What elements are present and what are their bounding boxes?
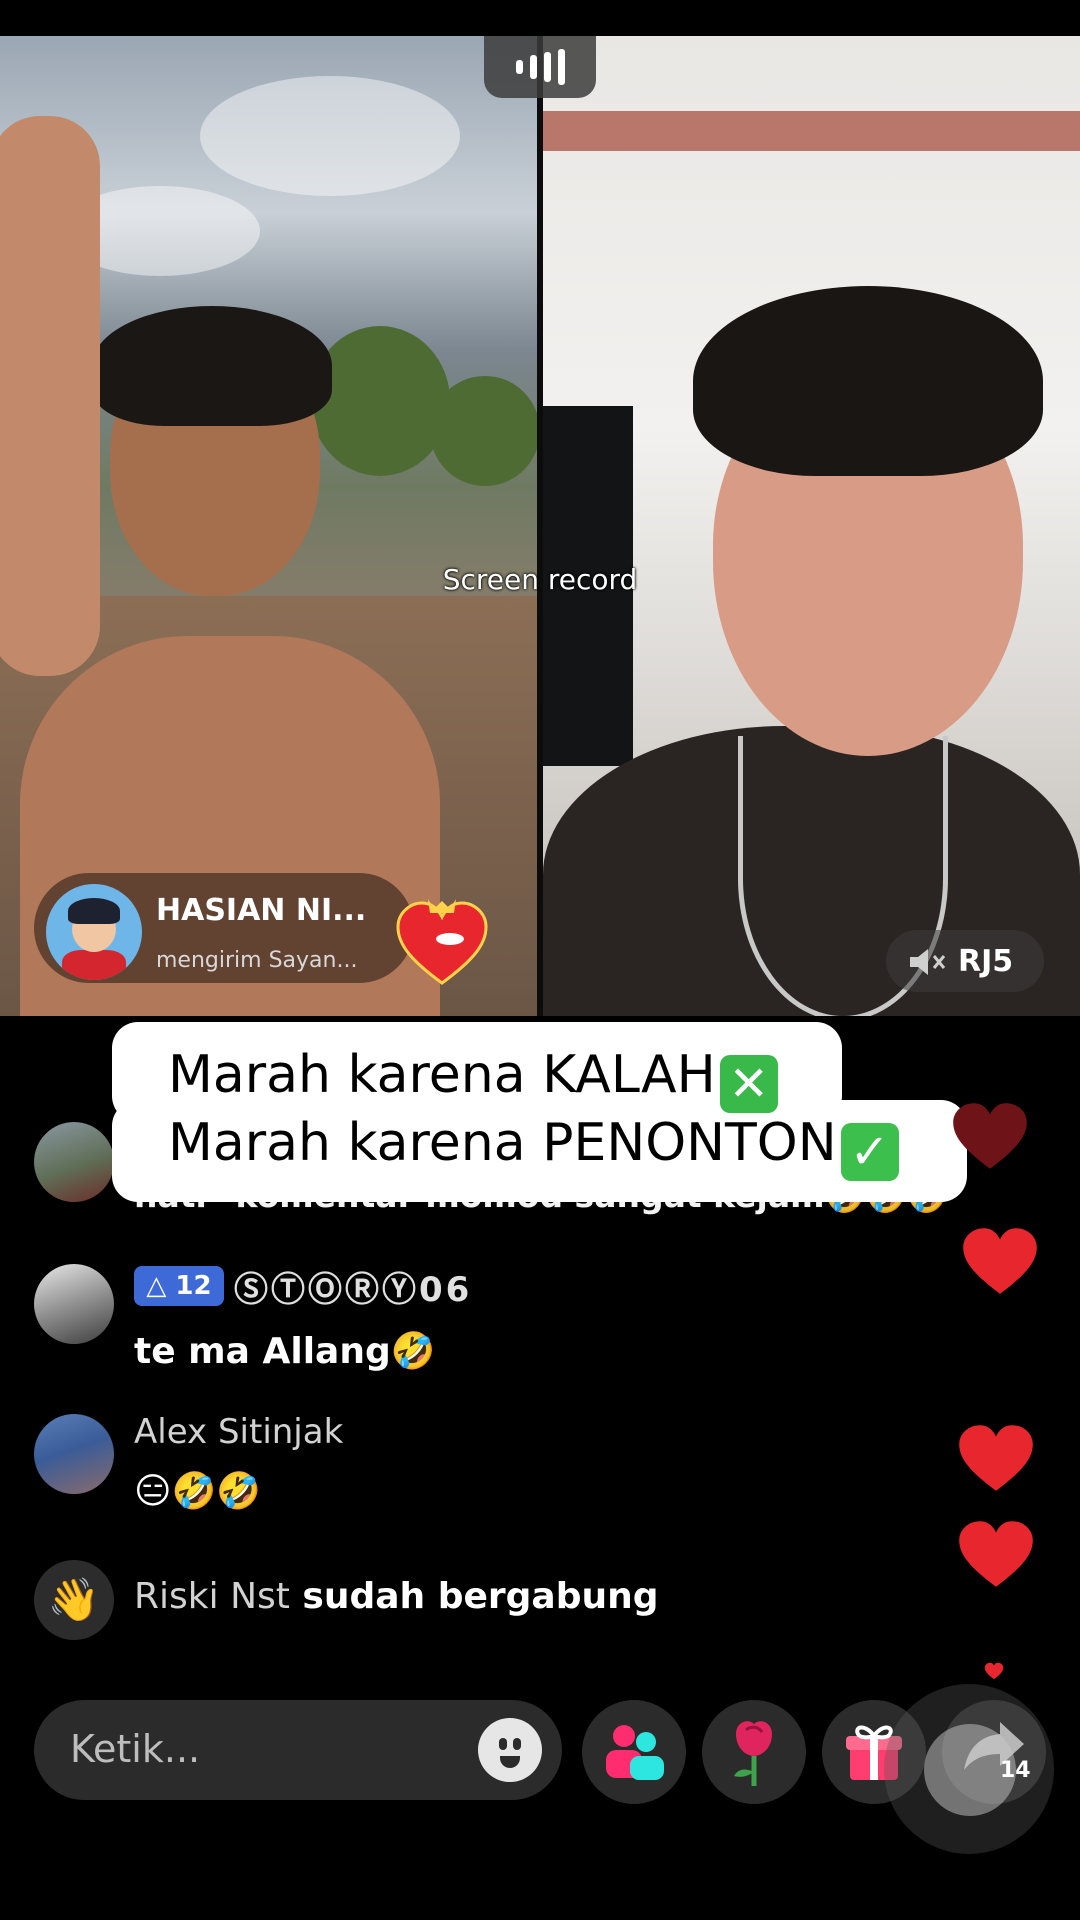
right-stream-video[interactable]	[543, 36, 1080, 1016]
gifter-username: HASIAN NI...	[156, 893, 367, 928]
wave-hand-icon: 👋	[34, 1560, 114, 1640]
audio-level-indicator[interactable]	[484, 36, 596, 98]
comment-username[interactable]: ⓈⓉⓄⓇⓎ06	[234, 1262, 472, 1311]
smiley-mouth	[500, 1756, 520, 1768]
floating-heart-icon	[984, 1662, 1004, 1680]
share-count: 14	[1000, 1758, 1031, 1783]
commenter-avatar[interactable]	[34, 1264, 114, 1344]
comment-input-placeholder[interactable]: Ketik...	[70, 1727, 200, 1771]
status-bar	[0, 0, 1080, 36]
caption-line-1-text: Marah karena KALAH	[168, 1045, 716, 1105]
multi-guest-icon	[606, 1725, 664, 1780]
avatar-shirt	[62, 950, 126, 980]
left-stream-video[interactable]	[0, 36, 537, 1016]
streamer-left-hair	[92, 306, 332, 426]
caption-line-1: Marah karena KALAH ✕	[168, 1045, 778, 1113]
smiley-eye	[513, 1738, 521, 1750]
emoji-icon[interactable]	[478, 1718, 542, 1782]
streamer-right-hair	[693, 286, 1043, 476]
multi-guest-button[interactable]	[582, 1700, 686, 1804]
rose-gift-button[interactable]	[702, 1700, 806, 1804]
ceiling-trim	[543, 111, 1080, 151]
comment-text: te ma Allang🤣	[134, 1331, 436, 1372]
comment-username[interactable]: Alex Sitinjak	[134, 1412, 343, 1452]
tree	[430, 376, 537, 486]
level-bar	[529, 55, 537, 79]
floating-heart-icon	[953, 1103, 1027, 1169]
caption-line-2: Marah karena PENONTON ✓	[168, 1113, 899, 1181]
speaker-muted-icon	[910, 949, 946, 975]
level-bar	[543, 52, 551, 82]
cross-mark-icon: ✕	[719, 1055, 778, 1113]
floating-heart-icon	[963, 1228, 1037, 1294]
comment-text: 😑🤣🤣	[134, 1471, 262, 1512]
join-notice: Riski Nst sudah bergabung	[134, 1576, 659, 1617]
gift-message: mengirim Sayan...	[156, 948, 358, 973]
joined-username[interactable]: Riski Nst	[134, 1576, 290, 1617]
commenter-avatar[interactable]	[34, 1122, 114, 1202]
badge-level: 12	[175, 1271, 212, 1301]
avatar-hair	[68, 898, 120, 924]
caption-line-2-text: Marah karena PENONTON	[168, 1113, 837, 1173]
cloud	[200, 76, 460, 196]
commenter-avatar[interactable]	[34, 1414, 114, 1494]
heart-gift-icon	[396, 899, 488, 985]
gifter-avatar[interactable]	[46, 884, 142, 980]
opponent-label: RJ5	[958, 944, 1014, 979]
screen-record-label: Screen record	[442, 563, 638, 596]
floating-heart-icon	[959, 1425, 1033, 1491]
check-mark-icon: ✓	[840, 1123, 899, 1181]
stream-divider	[537, 36, 543, 1016]
level-bar	[557, 49, 565, 85]
rose-icon	[734, 1721, 772, 1786]
tree	[310, 326, 450, 476]
smiley-eye	[499, 1738, 507, 1750]
floating-heart-icon	[959, 1521, 1033, 1587]
level-badge: △ 12	[134, 1266, 224, 1306]
level-bar	[515, 60, 523, 74]
join-text: sudah bergabung	[289, 1576, 659, 1617]
